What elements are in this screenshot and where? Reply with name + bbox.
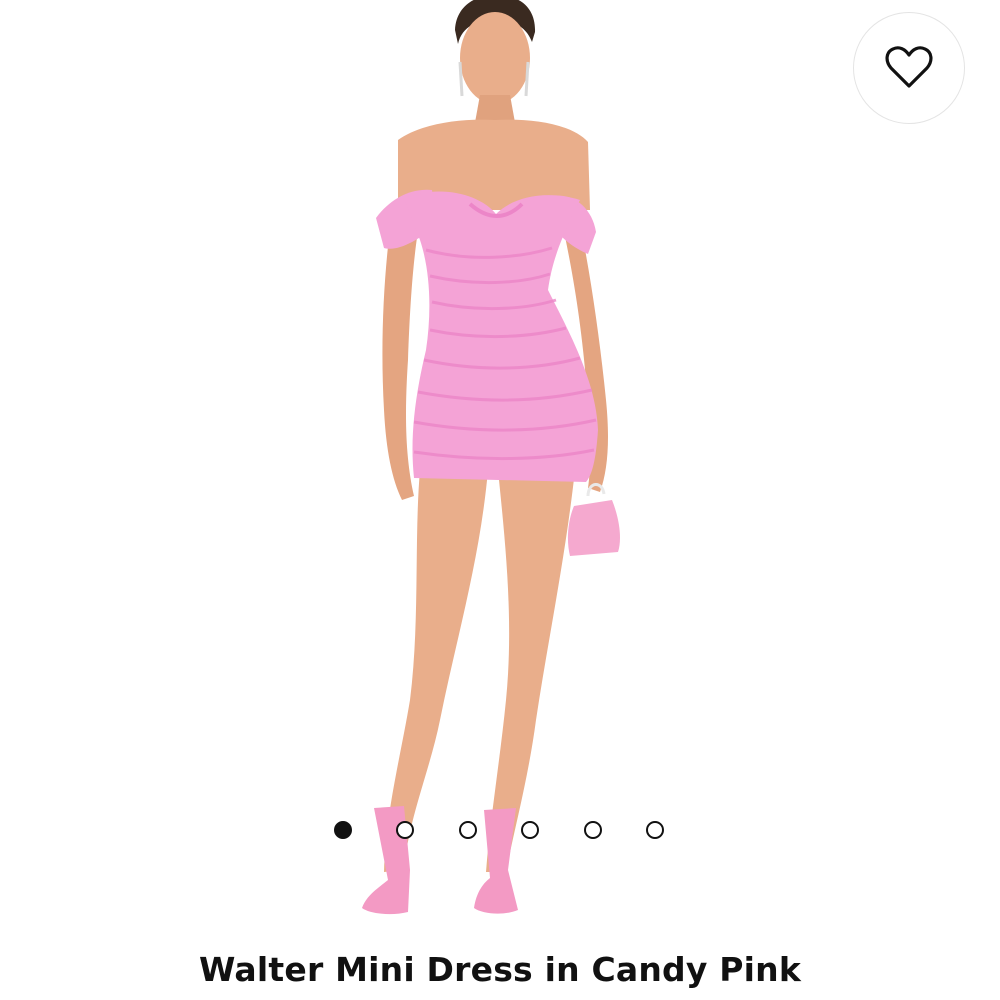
model-head [460,12,530,104]
wishlist-button[interactable] [853,12,965,124]
product-page: Walter Mini Dress in Candy Pink [0,0,1000,1000]
pager-dot-1[interactable] [334,821,352,839]
pager-dot-2[interactable] [396,821,414,839]
product-image[interactable] [0,0,1000,945]
pager-dot-5[interactable] [584,821,602,839]
pager-dot-3[interactable] [459,821,477,839]
image-carousel-pager [0,820,1000,844]
heart-outline-icon [885,46,933,88]
left-earring [458,61,464,97]
handbag [567,500,620,556]
pager-dot-4[interactable] [521,821,539,839]
model-illustration [362,0,620,915]
pager-dot-6[interactable] [646,821,664,839]
right-earring [524,61,530,97]
product-title: Walter Mini Dress in Candy Pink [198,950,802,989]
